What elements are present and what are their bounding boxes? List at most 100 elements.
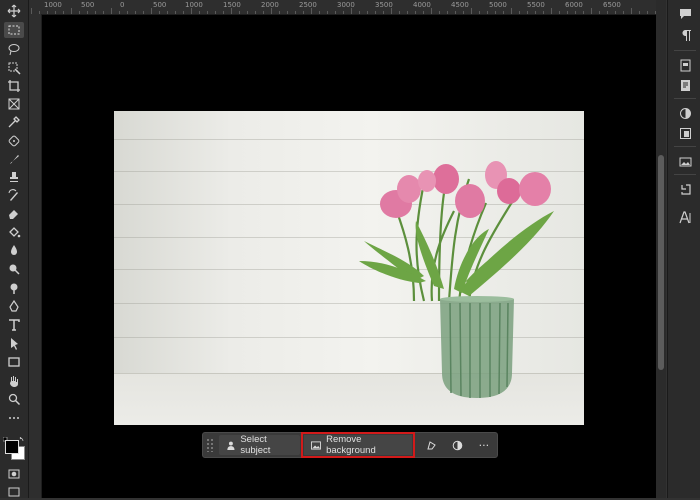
ruler-tick	[303, 11, 304, 14]
ruler-tick	[271, 8, 272, 14]
move-tool-icon[interactable]	[4, 3, 24, 19]
ruler-tick	[231, 8, 232, 14]
tulip-photo[interactable]	[114, 111, 584, 425]
ruler-tick	[103, 11, 104, 14]
ruler-tick	[327, 11, 328, 14]
rectangular-marquee-icon[interactable]	[4, 22, 24, 38]
clone-stamp-icon[interactable]	[4, 169, 24, 185]
adjustments-icon[interactable]	[676, 104, 694, 122]
spot-healing-icon[interactable]	[4, 133, 24, 149]
ruler-tick	[127, 11, 128, 14]
blur-icon[interactable]	[4, 242, 24, 258]
ruler-tick	[335, 11, 336, 14]
paint-bucket-icon[interactable]	[4, 224, 24, 240]
more-tools-icon[interactable]	[4, 410, 24, 426]
ruler-label: 500	[81, 1, 95, 9]
ruler-tick	[423, 11, 424, 14]
paragraph-icon[interactable]	[676, 26, 694, 44]
ruler-tick	[263, 11, 264, 14]
ruler-tick	[375, 11, 376, 14]
tulip-bouquet-illustration	[359, 161, 554, 398]
quick-mask-icon[interactable]	[4, 466, 24, 482]
panel-divider	[674, 98, 696, 99]
ruler-tick	[79, 11, 80, 14]
ruler-tick	[471, 8, 472, 14]
pen-icon[interactable]	[4, 298, 24, 314]
libraries-icon[interactable]	[676, 56, 694, 74]
layers-image-icon[interactable]	[676, 152, 694, 170]
eyedropper-icon[interactable]	[4, 114, 24, 130]
ruler-label: 5500	[527, 1, 545, 9]
ruler-tick	[615, 11, 616, 14]
object-selection-icon[interactable]	[4, 60, 24, 76]
ruler-tick	[207, 11, 208, 14]
ruler-tick	[447, 11, 448, 14]
ruler-tick	[487, 11, 488, 14]
panel-divider	[674, 174, 696, 175]
properties-icon[interactable]	[676, 124, 694, 142]
adjustment-button[interactable]	[444, 435, 470, 455]
foreground-color-swatch[interactable]	[5, 440, 19, 454]
frame-icon[interactable]	[4, 96, 24, 112]
more-options-label: ···	[478, 438, 490, 452]
ruler-tick	[167, 11, 168, 14]
ruler-tick	[599, 11, 600, 14]
ruler-tick	[559, 11, 560, 14]
half-circle-icon	[452, 440, 463, 450]
vertical-scrollbar-thumb[interactable]	[658, 155, 664, 370]
panel-divider	[674, 146, 696, 147]
comments-icon[interactable]	[676, 4, 694, 22]
ruler-tick	[247, 11, 248, 14]
ruler-tick	[367, 11, 368, 14]
ruler-tick	[455, 11, 456, 14]
tools-panel	[0, 0, 29, 498]
zoom-icon[interactable]	[4, 391, 24, 407]
dodge-icon[interactable]	[4, 261, 24, 277]
character-icon[interactable]	[676, 208, 694, 226]
notes-icon[interactable]	[676, 76, 694, 94]
ruler-tick	[639, 11, 640, 14]
lasso-icon[interactable]	[4, 41, 24, 57]
ruler-tick	[479, 11, 480, 14]
ruler-tick	[647, 11, 648, 14]
crop-icon[interactable]	[4, 78, 24, 94]
ruler-tick	[319, 11, 320, 14]
ruler-tick	[143, 11, 144, 14]
remove-background-button[interactable]: Remove background	[301, 432, 416, 458]
ruler-tick	[535, 11, 536, 14]
history-brush-icon[interactable]	[4, 187, 24, 203]
rectangle-shape-icon[interactable]	[4, 354, 24, 370]
ruler-label: 1000	[185, 1, 203, 9]
ruler-tick	[551, 8, 552, 14]
select-subject-button[interactable]: Select subject	[218, 434, 301, 456]
ruler-tick	[431, 8, 432, 14]
sponge-icon[interactable]	[4, 280, 24, 296]
contextual-task-bar: Select subject Remove background ···	[202, 432, 498, 458]
ruler-label: 1000	[44, 1, 62, 9]
ruler-tick	[295, 11, 296, 14]
eraser-icon[interactable]	[4, 205, 24, 221]
brush-icon[interactable]	[4, 151, 24, 167]
ruler-tick	[351, 8, 352, 14]
hand-icon[interactable]	[4, 373, 24, 389]
ruler-tick	[519, 11, 520, 14]
transform-path-button[interactable]	[418, 435, 444, 455]
path-selection-icon[interactable]	[4, 335, 24, 351]
ruler-label: 4000	[413, 1, 431, 9]
ruler-tick	[215, 11, 216, 14]
ruler-label: 500	[153, 1, 167, 9]
document-canvas[interactable]	[42, 15, 656, 498]
type-icon[interactable]	[4, 317, 24, 333]
more-options-button[interactable]: ···	[471, 435, 497, 455]
ruler-label: 5000	[489, 1, 507, 9]
ruler-label: 2000	[261, 1, 279, 9]
path-transform-icon	[427, 440, 436, 449]
ruler-label: 4500	[451, 1, 469, 9]
panel-divider	[674, 50, 696, 51]
select-subject-label: Select subject	[240, 434, 271, 456]
ruler-tick	[631, 8, 632, 14]
history-icon[interactable]	[676, 180, 694, 198]
default-colors-icon[interactable]	[2, 428, 25, 442]
drag-handle-icon[interactable]	[206, 438, 214, 452]
ruler-tick	[111, 8, 112, 14]
